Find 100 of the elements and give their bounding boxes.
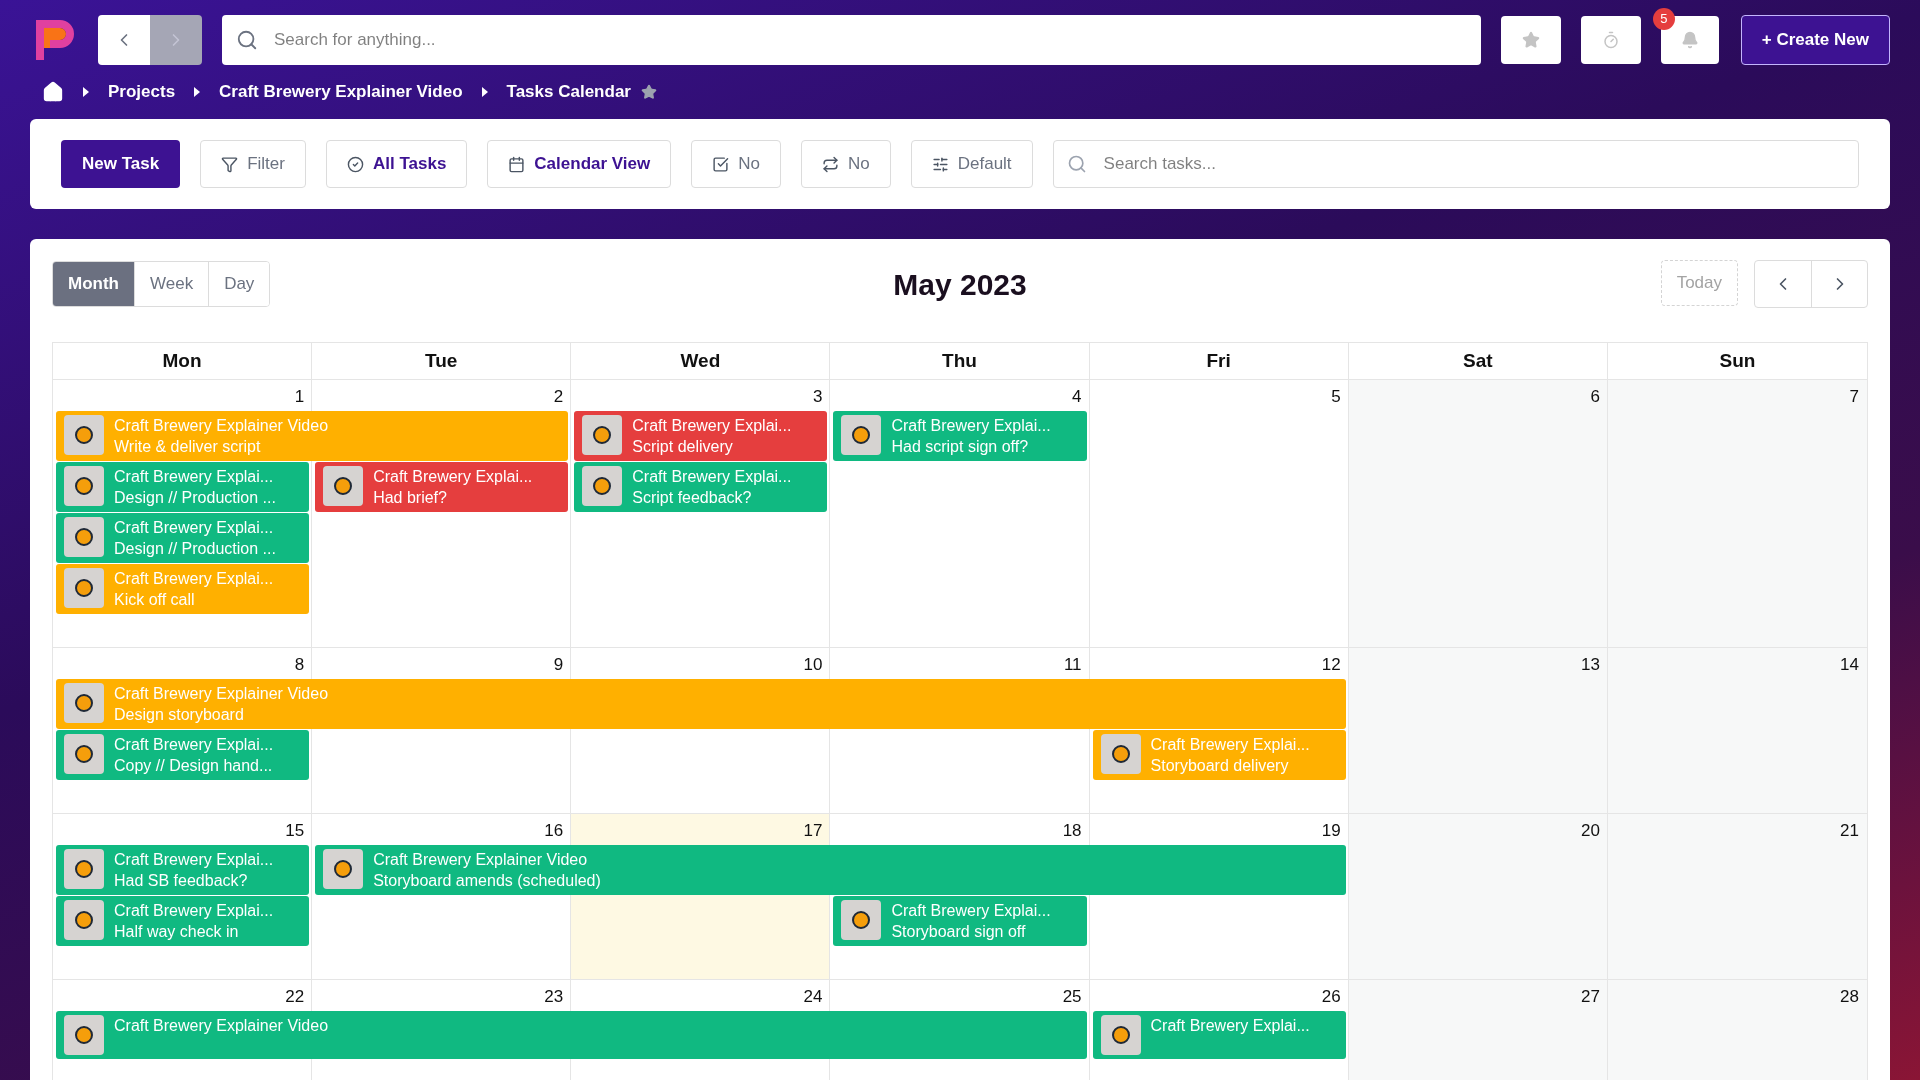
calendar-icon — [508, 155, 526, 173]
day-number[interactable]: 18 — [1062, 818, 1082, 844]
search-icon — [1066, 154, 1087, 174]
logo-thumbnail — [64, 466, 104, 506]
day-number[interactable]: 8 — [294, 652, 305, 678]
caret-icon — [193, 87, 202, 97]
event-task: Storyboard amends (scheduled) — [373, 871, 601, 891]
weekday-header: Tue — [312, 343, 572, 379]
day-number[interactable]: 25 — [1062, 984, 1082, 1010]
event-task: Design // Production ... — [114, 539, 276, 559]
toolbar-button[interactable]: No — [801, 140, 891, 188]
home-icon[interactable] — [42, 81, 64, 103]
logo-thumbnail — [1100, 734, 1141, 774]
event-title: Craft Brewery Explai... — [1150, 735, 1310, 755]
day-number[interactable]: 20 — [1580, 818, 1600, 844]
day-number[interactable]: 22 — [285, 984, 305, 1010]
day-number[interactable]: 15 — [285, 818, 305, 844]
toolbar-button[interactable]: Calendar View — [487, 140, 672, 188]
day-number[interactable]: 5 — [1331, 384, 1341, 410]
toolbar-button[interactable]: No — [691, 140, 781, 188]
day-number[interactable]: 2 — [553, 384, 564, 410]
breadcrumb-link[interactable]: Craft Brewery Explainer Video — [219, 79, 463, 105]
weekday-header: Sat — [1348, 343, 1608, 379]
caret-icon — [480, 87, 489, 97]
day-number[interactable]: 21 — [1840, 818, 1859, 844]
day-number[interactable]: 27 — [1580, 984, 1600, 1010]
task-search-field[interactable]: Search tasks... — [1052, 140, 1859, 188]
event-task: Copy // Design hand... — [114, 756, 274, 776]
filter-icon — [221, 155, 239, 173]
day-number[interactable]: 11 — [1063, 652, 1082, 678]
toolbar-button[interactable]: Default — [910, 140, 1033, 188]
day-number[interactable]: 14 — [1840, 652, 1859, 678]
day-number[interactable]: 17 — [803, 818, 823, 844]
sliders-icon — [931, 155, 949, 173]
logo-thumbnail — [323, 849, 364, 889]
notifications-button[interactable] — [1660, 16, 1719, 64]
stopwatch-icon — [1601, 31, 1620, 49]
day-number[interactable]: 10 — [803, 652, 823, 678]
breadcrumb-link[interactable]: Tasks Calendar — [506, 79, 631, 105]
day-number[interactable]: 3 — [812, 384, 823, 410]
day-number[interactable]: 4 — [1072, 384, 1082, 410]
search-icon — [236, 29, 258, 51]
day-number[interactable]: 9 — [553, 652, 564, 678]
calendar-event[interactable]: Craft Brewery Explai... Had brief? — [315, 462, 569, 512]
notification-badge: 5 — [1652, 8, 1675, 30]
logo-thumbnail — [323, 466, 364, 506]
day-number[interactable]: 1 — [294, 384, 305, 410]
event-task: Script feedback? — [632, 488, 753, 508]
event-task: Storyboard sign off — [891, 922, 1027, 942]
event-title: Craft Brewery Explai... — [114, 569, 274, 589]
event-task: Had script sign off? — [891, 437, 1030, 457]
event-title: Craft Brewery Explai... — [1150, 1016, 1310, 1036]
weekday-header: Sun — [1718, 348, 1757, 373]
event-task: Storyboard delivery — [1150, 756, 1290, 776]
event-title: Craft Brewery Explai... — [891, 416, 1051, 436]
logo-thumbnail — [841, 900, 882, 940]
create-new-button[interactable]: + Create New — [1740, 15, 1890, 65]
day-number[interactable]: 6 — [1590, 384, 1600, 410]
day-number[interactable]: 19 — [1321, 818, 1341, 844]
repeat-icon — [822, 155, 839, 173]
calendar-title: May 2023 — [893, 266, 1027, 303]
logo-thumbnail — [64, 734, 104, 774]
event-task: Had SB feedback? — [114, 871, 249, 891]
logo-thumbnail — [64, 849, 104, 889]
event-title: Craft Brewery Explainer Video — [114, 1016, 329, 1036]
event-title: Craft Brewery Explainer Video — [114, 684, 329, 704]
toolbar-button[interactable]: Filter — [200, 140, 306, 188]
favorites-button[interactable] — [1500, 16, 1561, 64]
event-task: Script delivery — [632, 437, 734, 457]
event-title: Craft Brewery Explai... — [114, 850, 274, 870]
star-icon — [1521, 31, 1540, 49]
toolbar-button[interactable]: All Tasks — [325, 140, 468, 188]
day-number[interactable]: 12 — [1321, 652, 1341, 678]
day-number[interactable]: 13 — [1580, 652, 1600, 678]
calendar-event[interactable]: Craft Brewery Explai... Script delivery — [574, 411, 828, 461]
favorite-star-icon[interactable] — [640, 84, 657, 100]
weekday-header: Mon — [53, 343, 313, 379]
event-task: Had brief? — [373, 488, 448, 508]
view-tab[interactable]: Month — [53, 262, 134, 306]
event-title: Craft Brewery Explai... — [632, 467, 792, 487]
check-circle-icon — [346, 155, 364, 173]
day-number[interactable]: 7 — [1849, 384, 1859, 410]
day-number[interactable]: 28 — [1840, 984, 1859, 1010]
day-number[interactable]: 24 — [803, 984, 823, 1010]
view-tab[interactable]: Day — [208, 262, 270, 306]
logo-thumbnail — [582, 415, 623, 455]
day-number[interactable]: 23 — [544, 984, 564, 1010]
timer-button[interactable] — [1580, 16, 1641, 64]
caret-icon — [82, 87, 90, 97]
logo-thumbnail — [582, 466, 623, 506]
bell-icon — [1680, 31, 1699, 49]
event-title: Craft Brewery Explai... — [114, 735, 274, 755]
logo-thumbnail — [1100, 1015, 1141, 1055]
breadcrumb-link[interactable]: Projects — [108, 79, 176, 105]
event-task: Kick off call — [114, 590, 196, 610]
search-field[interactable]: Search for anything... — [222, 15, 1481, 65]
day-number[interactable]: 16 — [544, 818, 564, 844]
day-number[interactable]: 26 — [1321, 984, 1341, 1010]
event-task: Write & deliver script — [114, 437, 262, 457]
new-task-button[interactable]: New Task — [61, 140, 181, 188]
